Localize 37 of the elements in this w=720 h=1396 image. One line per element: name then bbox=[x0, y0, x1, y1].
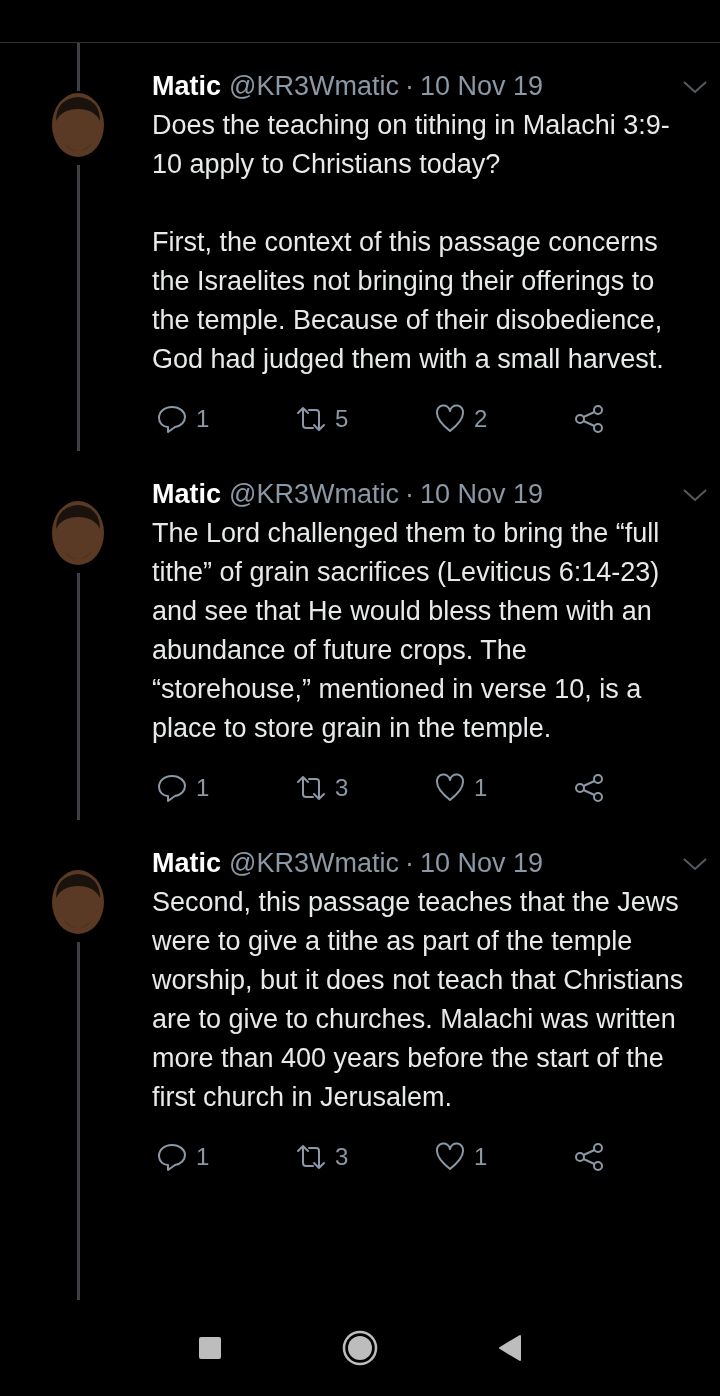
tweet-date[interactable]: 10 Nov 19 bbox=[419, 71, 544, 102]
share-icon[interactable] bbox=[573, 403, 605, 435]
heart-icon[interactable] bbox=[434, 403, 466, 435]
author-handle[interactable]: @KR3Wmatic bbox=[229, 479, 399, 510]
separator: · bbox=[404, 848, 414, 879]
reply-count: 1 bbox=[196, 774, 210, 802]
like-count: 1 bbox=[474, 774, 488, 802]
reply-icon[interactable] bbox=[156, 403, 188, 435]
author-name[interactable]: Matic bbox=[152, 71, 222, 102]
author-handle[interactable]: @KR3Wmatic bbox=[229, 848, 399, 879]
retweet-count: 3 bbox=[335, 774, 349, 802]
chevron-down-icon[interactable] bbox=[682, 855, 708, 872]
separator: · bbox=[404, 479, 414, 510]
like-count: 1 bbox=[474, 1143, 488, 1171]
tweet-date[interactable]: 10 Nov 19 bbox=[419, 848, 544, 879]
like-count: 2 bbox=[474, 405, 488, 433]
author-name[interactable]: Matic bbox=[152, 479, 222, 510]
chevron-down-icon[interactable] bbox=[682, 78, 708, 95]
tweet-text: Does the teaching on tithing in Malachi 3:9-10 apply to Christians today? bbox=[152, 109, 671, 181]
share-icon[interactable] bbox=[573, 1141, 605, 1173]
heart-icon[interactable] bbox=[434, 1141, 466, 1173]
author-name[interactable]: Matic bbox=[152, 848, 222, 879]
reply-icon[interactable] bbox=[156, 1141, 188, 1173]
reply-count: 1 bbox=[196, 1143, 210, 1171]
reply-icon[interactable] bbox=[156, 772, 188, 804]
share-icon[interactable] bbox=[573, 772, 605, 804]
heart-icon[interactable] bbox=[434, 772, 466, 804]
separator: · bbox=[404, 71, 414, 102]
tweet-text: The Lord challenged them to bring the “full tithe” of grain sacrifices (Leviticus 6:14-23) and see that He would bless them with an abundance of future crops. The “storehouse,” mentioned in verse 10, is a place to store grain in the temple. bbox=[152, 517, 661, 745]
author-handle[interactable]: @KR3Wmatic bbox=[229, 71, 399, 102]
tweet-text: First, the context of this passage concerns the Israelites not bringing their offerings to the temple. Because of their disobedience, God had judged them with a small harvest. bbox=[152, 226, 665, 376]
reply-count: 1 bbox=[196, 405, 210, 433]
tweet-text: Second, this passage teaches that the Jews were to give a tithe as part of the temple worship, but it does not teach that Christians are to give to churches. Malachi was written more than 400 years before the start of the first church in Jerusalem. bbox=[152, 886, 685, 1114]
tweet-date[interactable]: 10 Nov 19 bbox=[419, 479, 544, 510]
chevron-down-icon[interactable] bbox=[682, 486, 708, 503]
retweet-count: 5 bbox=[335, 405, 349, 433]
retweet-count: 3 bbox=[335, 1143, 349, 1171]
